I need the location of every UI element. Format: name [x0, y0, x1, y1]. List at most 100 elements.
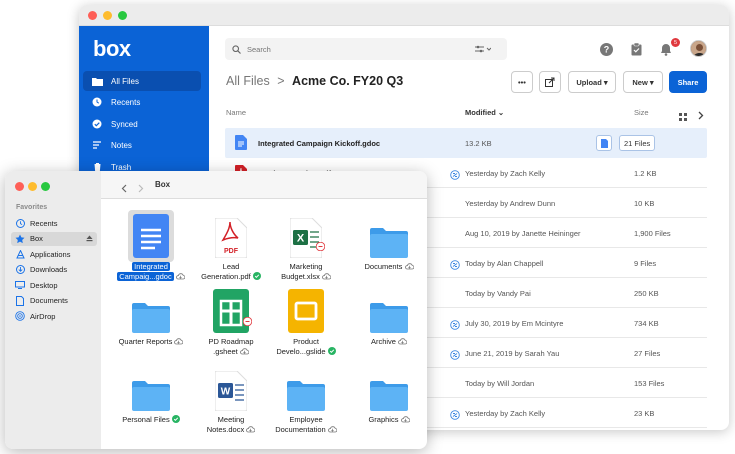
folder-file-icon[interactable] [132, 302, 170, 333]
grid-view-icon[interactable] [679, 108, 687, 126]
help-icon[interactable]: ? [599, 42, 613, 56]
finder-sidebar-item-airdrop[interactable]: AirDrop [11, 309, 97, 323]
nav-item-notes[interactable]: Notes [83, 135, 201, 155]
label-line-2: Archive [370, 337, 396, 346]
cloud-download-icon [239, 348, 250, 358]
file-modified: June 21, 2019 by Sarah Yau [465, 349, 560, 358]
docx-file-icon[interactable]: W [214, 370, 248, 412]
finder-sidebar-item-box[interactable]: Box [11, 231, 97, 246]
finder-item-label[interactable]: Archive [349, 337, 427, 348]
finder-sidebar-item-applications[interactable]: Applications [11, 247, 97, 261]
file-name[interactable]: Integrated Campaign Kickoff.gdoc [258, 139, 380, 148]
zoom-window-button[interactable] [118, 11, 127, 20]
files-count-button[interactable]: 21 Files [619, 135, 656, 151]
finder-item-label[interactable]: Lead Generation.pdf [191, 262, 271, 283]
check-circle-icon [91, 118, 103, 130]
finder-item-label[interactable]: Meeting Notes.docx [191, 415, 271, 436]
finder-item-label[interactable]: Marketing Budget.xlsx [266, 262, 346, 283]
label-line-1: Integrated [132, 262, 170, 271]
finder-item-label[interactable]: Integrated Campaig...gdoc [111, 262, 191, 283]
finder-title: Box [155, 180, 171, 189]
finder-sidebar-item-desktop[interactable]: Desktop [11, 278, 97, 292]
folder-file-icon[interactable] [370, 380, 408, 411]
breadcrumb-all-files[interactable]: All Files [226, 74, 270, 88]
forward-chevron-icon[interactable] [138, 180, 144, 198]
eject-icon[interactable] [86, 235, 93, 244]
finder-item-label[interactable]: Employee Documentation [266, 415, 346, 436]
synced-check-icon [171, 415, 180, 426]
finder-item-label[interactable]: PD Roadmap .gsheet [191, 337, 271, 358]
folder-file-icon[interactable] [132, 380, 170, 411]
file-modified: Today by Vandy Pai [465, 289, 531, 298]
breadcrumb: All Files > Acme Co. FY20 Q3 [226, 74, 403, 88]
column-header-name[interactable]: Name [226, 108, 246, 117]
synced-check-icon [252, 272, 261, 283]
tasks-icon[interactable] [629, 42, 643, 56]
folder-file-icon[interactable] [370, 302, 408, 333]
close-window-button[interactable] [88, 11, 97, 20]
cloud-download-icon [174, 338, 184, 348]
finder-sidebar-label: Downloads [30, 265, 68, 274]
folder-file-icon[interactable] [287, 380, 325, 411]
new-button[interactable]: New ▾ [623, 71, 663, 93]
file-size: 734 KB [634, 319, 659, 328]
notification-badge: 5 [671, 38, 680, 47]
more-options-button[interactable]: ••• [511, 71, 533, 93]
avatar[interactable] [690, 40, 707, 57]
label-line-1: Lead [222, 262, 240, 271]
file-modified: July 30, 2019 by Em Mcintyre [465, 319, 564, 328]
search-icon [232, 44, 241, 54]
finder-zoom-button[interactable] [41, 182, 50, 191]
pdf-file-icon[interactable]: PDF [214, 217, 248, 259]
finder-item-label[interactable]: Documents [349, 262, 427, 273]
open-in-app-button[interactable] [539, 71, 561, 93]
column-header-size[interactable]: Size [634, 108, 649, 117]
nav-item-synced[interactable]: Synced [83, 114, 201, 134]
cloud-download-icon [175, 273, 186, 283]
airdrop-icon [15, 311, 25, 321]
file-modified: 13.2 KB [465, 139, 492, 148]
star-icon [15, 234, 25, 244]
minimize-window-button[interactable] [103, 11, 112, 20]
folder-file-icon[interactable] [370, 227, 408, 258]
file-modified: Yesterday by Andrew Dunn [465, 199, 556, 208]
svg-text:?: ? [603, 44, 609, 54]
search-input[interactable] [247, 44, 467, 54]
file-size: 27 Files [634, 349, 661, 358]
share-button[interactable]: Share [669, 71, 707, 93]
finder-item-label[interactable]: Graphics [349, 415, 427, 426]
back-chevron-icon[interactable] [121, 180, 127, 198]
nav-item-recents[interactable]: Recents [83, 92, 201, 112]
finder-minimize-button[interactable] [28, 182, 37, 191]
gsheet-file-icon[interactable] [213, 289, 253, 333]
chevron-right-icon[interactable] [698, 107, 704, 125]
applications-icon [15, 249, 25, 259]
nav-label: Recents [111, 97, 141, 107]
finder-item-label[interactable]: Quarter Reports [111, 337, 191, 348]
finder-item-label[interactable]: Personal Files [111, 415, 191, 426]
column-header-modified[interactable]: Modified ⌄ [465, 108, 504, 117]
nav-item-all-files[interactable]: All Files [83, 71, 201, 91]
finder-item-label[interactable]: Product Develo...gslide [266, 337, 346, 358]
cloud-download-icon [327, 426, 338, 436]
filter-icon[interactable] [475, 45, 491, 53]
preview-file-button[interactable] [596, 135, 612, 151]
cloud-download-icon [322, 273, 332, 283]
upload-button[interactable]: Upload ▾ [568, 71, 616, 93]
xlsx-file-icon[interactable]: X [289, 217, 326, 259]
finder-sidebar-item-recents[interactable]: Recents [11, 216, 97, 230]
gslide-file-icon[interactable] [288, 289, 324, 333]
search-bar[interactable] [225, 38, 507, 60]
clock-icon [15, 218, 25, 228]
finder-sidebar-item-documents[interactable]: Documents [11, 294, 97, 308]
desktop-icon [15, 280, 25, 290]
breadcrumb-separator: > [277, 74, 285, 88]
finder-sidebar-item-downloads[interactable]: Downloads [11, 263, 97, 277]
finder-sidebar-label: Documents [30, 296, 68, 305]
table-row[interactable]: Integrated Campaign Kickoff.gdoc 13.2 KB 2… [225, 128, 707, 158]
file-modified: Today by Alan Chappell [465, 259, 544, 268]
finder-close-button[interactable] [15, 182, 24, 191]
window-titlebar [79, 5, 729, 26]
gdoc-file-icon[interactable] [133, 214, 169, 258]
file-size: 23 KB [634, 409, 655, 418]
